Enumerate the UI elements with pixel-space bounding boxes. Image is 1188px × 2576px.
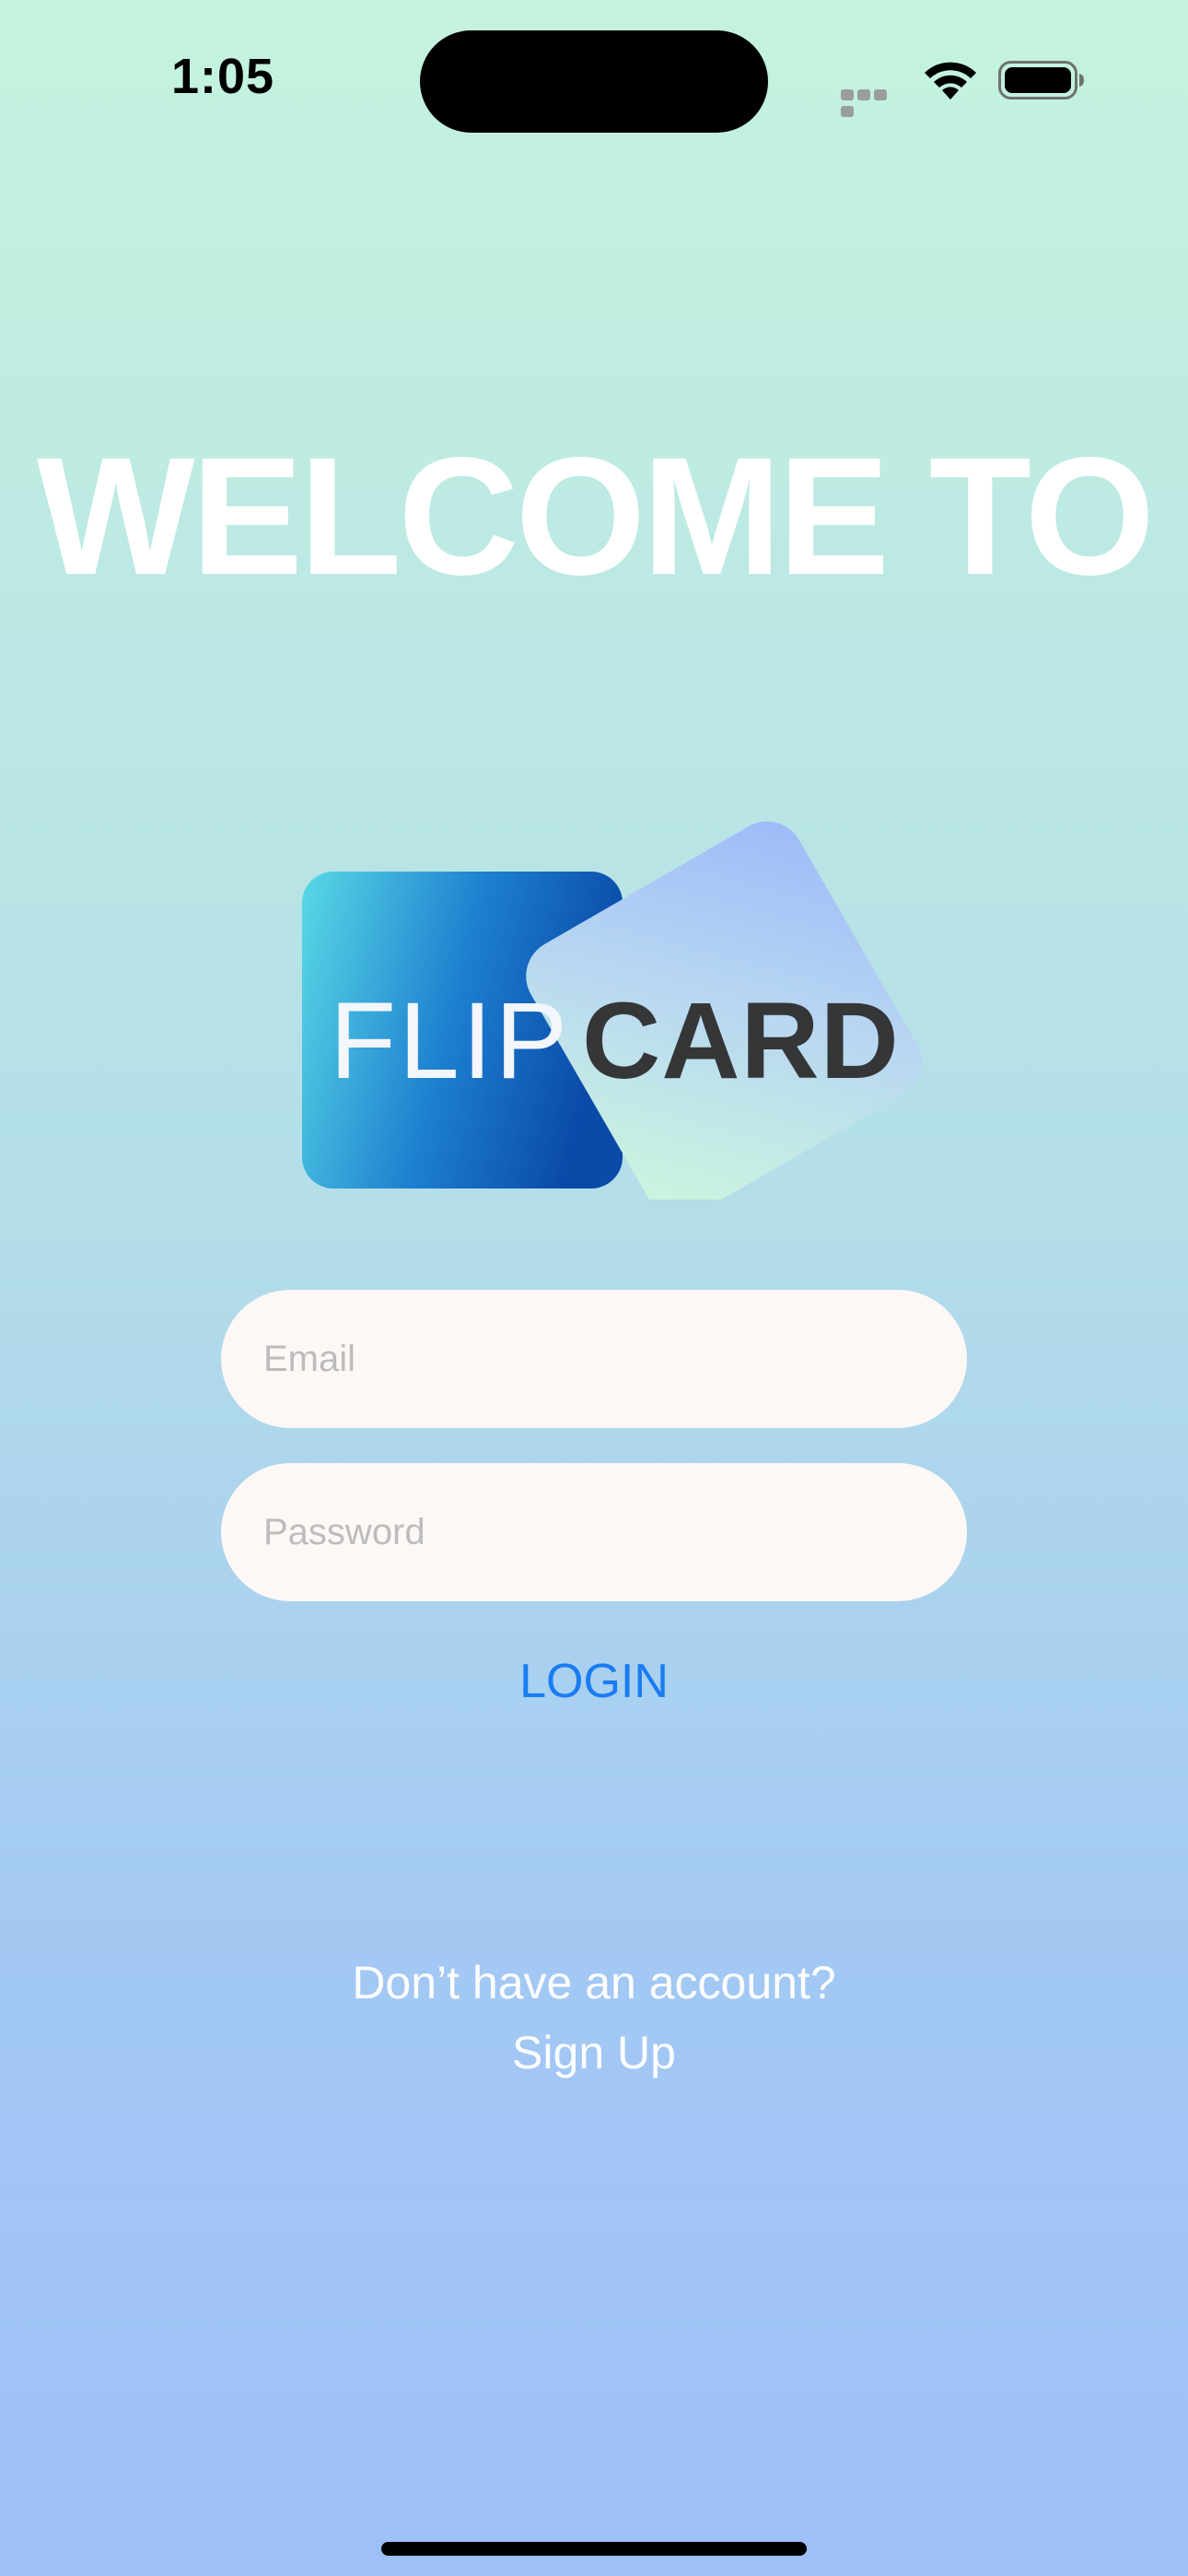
status-time: 1:05 [171,49,275,104]
home-indicator[interactable] [381,2542,807,2556]
email-field[interactable] [221,1290,967,1428]
battery-icon [998,61,1084,100]
login-button[interactable]: LOGIN [0,1654,1188,1709]
logo-right-text: CARD [582,980,900,1102]
dynamic-island [420,30,768,133]
status-bar: 1:05 [0,0,1188,161]
signup-button[interactable]: Sign Up [0,2025,1188,2080]
flipcard-logo: FLIP CARD [302,821,922,1200]
cellular-signal-icon [841,84,905,117]
logo-left-text: FLIP [330,980,570,1102]
welcome-title: WELCOME TO [36,422,1155,610]
wifi-icon [925,62,976,100]
signup-prompt: Don’t have an account? [352,1957,836,2008]
password-field[interactable] [221,1463,967,1601]
